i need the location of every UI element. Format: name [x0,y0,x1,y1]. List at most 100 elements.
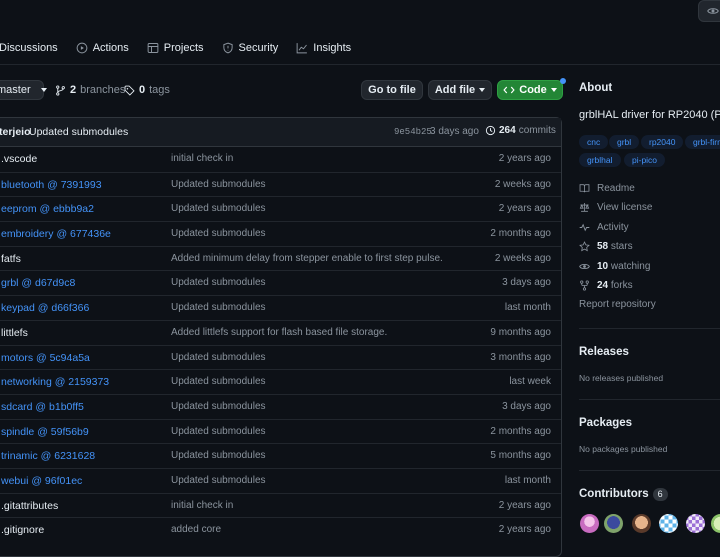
table-row[interactable]: sdcard @ b1b0ff5 Updated submodules 3 days… [0,393,561,419]
avatar[interactable] [711,514,720,533]
table-icon [147,43,159,53]
report-label: Report repository [579,299,656,310]
code-button[interactable]: Code [497,80,563,100]
tab-security[interactable]: Security [222,42,278,54]
file-name[interactable]: motors @ 5c94a5a [1,352,90,364]
file-name[interactable]: grbl @ d67d9c8 [1,277,75,289]
file-commit-message[interactable]: Added minimum delay from stepper enable … [171,253,443,264]
file-commit-message[interactable]: Updated submodules [171,352,266,363]
topic-tag[interactable]: grbl [609,135,640,149]
file-name[interactable]: .gitattributes [1,500,58,512]
table-row[interactable]: motors @ 5c94a5a Updated submodules 3 mont… [0,344,561,370]
file-commit-message[interactable]: Updated submodules [171,401,266,412]
file-commit-message[interactable]: Updated submodules [171,450,266,461]
table-row[interactable]: .gitattributes initial check in 2 years ag… [0,492,561,518]
avatar[interactable] [580,514,599,533]
file-commit-message[interactable]: Updated submodules [171,475,266,486]
packages-heading[interactable]: Packages [579,417,632,429]
report-repository-link[interactable]: Report repository [579,299,656,310]
readme-label: Readme [597,183,635,194]
file-commit-message[interactable]: Updated submodules [171,228,266,239]
tab-projects[interactable]: Projects [147,42,204,54]
table-row[interactable]: trinamic @ 6231628 Updated submodules 5 mo… [0,443,561,468]
table-row[interactable]: spindle @ 59f56b9 Updated submodules 2 mon… [0,418,561,444]
file-name[interactable]: sdcard @ b1b0ff5 [1,401,84,413]
commit-author[interactable]: terjeio [0,126,31,138]
file-name[interactable]: keypad @ d66f366 [1,302,89,314]
repo-description: grblHAL driver for RP2040 (Pi [579,109,720,121]
table-row[interactable]: eeprom @ ebbb9a2 Updated submodules 2 year… [0,196,561,221]
activity-link[interactable]: Activity [579,222,629,233]
eye-icon [707,8,719,14]
file-age: 2 months ago [490,425,551,437]
avatar[interactable] [632,514,651,533]
tags-link[interactable]: 0 tags [124,84,170,96]
file-commit-message[interactable]: Updated submodules [171,426,266,437]
readme-link[interactable]: Readme [579,183,635,194]
file-commit-message[interactable]: Updated submodules [171,277,266,288]
table-row[interactable]: embroidery @ 677436e Updated submodules 2 … [0,221,561,246]
file-name[interactable]: littlefs [1,327,28,339]
forks-count: 24 [597,280,609,291]
forks-link[interactable]: 24 forks [579,280,633,291]
file-commit-message[interactable]: initial check in [171,500,233,511]
file-commit-message[interactable]: initial check in [171,153,233,164]
table-row[interactable]: .vscode initial check in 2 years ago [0,147,561,172]
file-name[interactable]: trinamic @ 6231628 [1,450,95,462]
table-row[interactable]: bluetooth @ 7391993 Updated submodules 2 w… [0,171,561,197]
file-name[interactable]: bluetooth @ 7391993 [1,179,102,191]
forks-label: forks [610,280,633,291]
table-row[interactable]: keypad @ d66f366 Updated submodules last m… [0,295,561,320]
file-commit-message[interactable]: Updated submodules [171,179,266,190]
avatar[interactable] [604,514,623,533]
avatar[interactable] [686,514,705,533]
contributors-heading[interactable]: Contributors 6 [579,488,668,501]
tab-label: Insights [313,42,352,54]
topic-tag[interactable]: grblhal [579,153,621,167]
commits-link[interactable]: 264 commits [485,125,556,136]
file-name[interactable]: .gitignore [1,524,44,536]
file-name[interactable]: spindle @ 59f56b9 [1,426,89,438]
file-commit-message[interactable]: Added littlefs support for flash based f… [171,327,387,338]
topic-tag[interactable]: cnc [579,135,609,149]
file-commit-message[interactable]: added core [171,524,221,535]
sidebar-divider [579,470,720,471]
branch-select[interactable]: master [0,80,47,100]
releases-heading[interactable]: Releases [579,346,629,358]
watch-button[interactable] [698,0,720,22]
file-commit-message[interactable]: Updated submodules [171,376,266,387]
stars-link[interactable]: 58 stars [579,241,633,252]
table-row[interactable]: .gitignore added core 2 years ago [0,517,561,542]
file-name[interactable]: webui @ 96f01ec [1,475,82,487]
tab-discussions[interactable]: Discussions [0,42,58,54]
table-row[interactable]: networking @ 2159373 Updated submodules la… [0,369,561,394]
file-name[interactable]: embroidery @ 677436e [1,228,111,240]
avatar[interactable] [659,514,678,533]
tab-insights[interactable]: Insights [296,42,351,54]
topic-tag[interactable]: rp2040 [641,135,684,149]
file-commit-message[interactable]: Updated submodules [171,302,266,313]
watchers-link[interactable]: 10 watching [579,261,650,272]
tab-actions[interactable]: Actions [76,42,129,54]
go-to-file-button[interactable]: Go to file [361,80,423,100]
file-name[interactable]: eeprom @ ebbb9a2 [1,203,94,215]
file-name[interactable]: fatfs [1,253,21,265]
table-row[interactable]: littlefs Added littlefs support for flash… [0,319,561,345]
file-name[interactable]: .vscode [1,153,37,165]
add-file-button[interactable]: Add file [428,80,492,100]
play-icon [76,42,88,54]
table-row[interactable]: webui @ 96f01ec Updated submodules last mo… [0,467,561,493]
file-commit-message[interactable]: Updated submodules [171,203,266,214]
branches-link[interactable]: 2 branches [55,84,125,96]
table-row[interactable]: grbl @ d67d9c8 Updated submodules 3 days a… [0,270,561,295]
commit-sha[interactable]: 9e54b25 [394,127,432,137]
table-row[interactable]: fatfs Added minimum delay from stepper en… [0,245,561,271]
commit-message[interactable]: Updated submodules [29,126,128,138]
stars-count: 58 [597,241,609,252]
topic-tag[interactable]: pi-pico [624,153,666,167]
file-name[interactable]: networking @ 2159373 [1,376,109,388]
tabs-divider [0,64,720,65]
license-link[interactable]: View license [579,202,652,213]
code-icon [503,86,515,94]
topic-tag[interactable]: grbl-firm [685,135,720,149]
